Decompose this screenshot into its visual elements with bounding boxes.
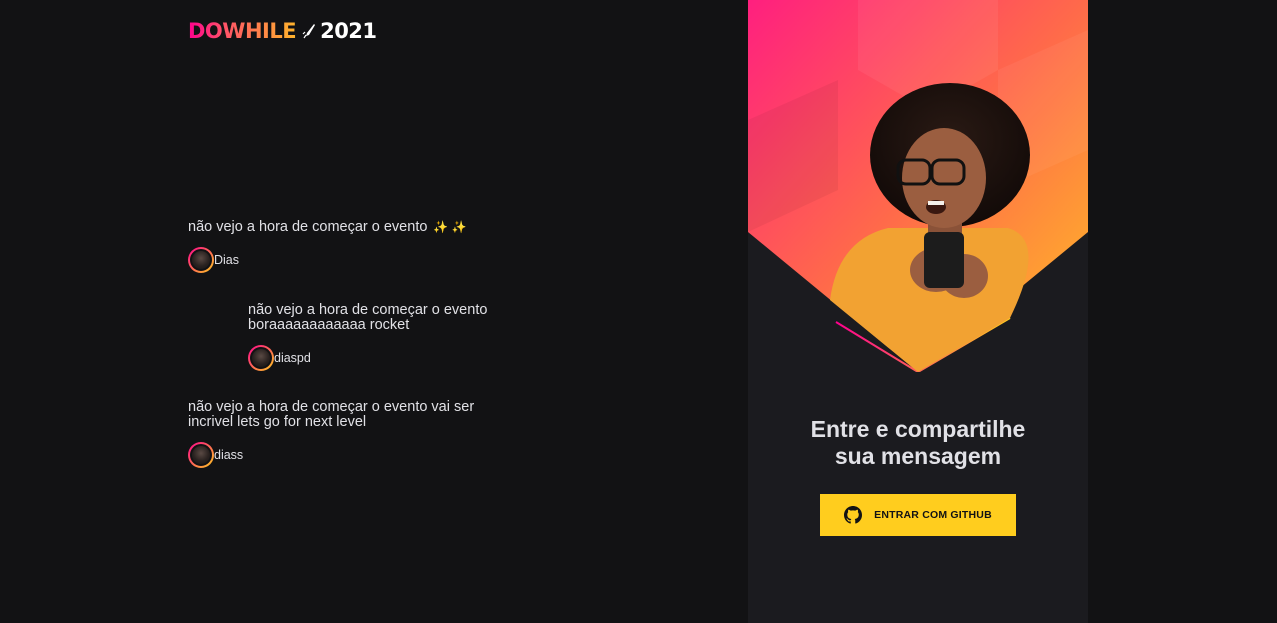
login-panel: Entre e compartilhe sua mensagem ENTRAR … [748, 0, 1088, 623]
page: DO WHILE 2021 não vejo a hora de começar… [0, 0, 1277, 623]
github-login-button[interactable]: ENTRAR COM GITHUB [820, 494, 1016, 536]
user-name: diaspd [274, 351, 311, 365]
message-item: não vejo a hora de começar o evento vai … [188, 400, 498, 468]
dowhile-logo: DO WHILE 2021 [188, 18, 377, 44]
message-item: não vejo a hora de começar o evento ✨ ✨ D… [188, 220, 498, 273]
message-text: não vejo a hora de começar o evento bora… [248, 302, 488, 333]
avatar [188, 442, 214, 468]
message-text: não vejo a hora de começar o evento vai … [188, 399, 475, 430]
github-icon [844, 506, 863, 524]
user-name: diass [214, 448, 244, 462]
rocket-icon [302, 24, 316, 39]
avatar-image [190, 249, 212, 271]
sparkles-emoji: ✨ ✨ [433, 220, 467, 234]
github-button-label: ENTRAR COM GITHUB [874, 509, 992, 521]
avatar-image [250, 347, 272, 369]
logo-year-text: 2021 [320, 19, 377, 43]
avatar-image [190, 444, 212, 466]
login-heading: Entre e compartilhe sua mensagem [748, 416, 1088, 470]
user-name: Dias [214, 253, 240, 267]
message-user: Dias [188, 247, 498, 273]
login-heading-line2: sua mensagem [834, 443, 1002, 469]
avatar [188, 247, 214, 273]
logo-while-text: WHILE [222, 19, 297, 43]
message-user: diaspd [248, 345, 503, 371]
logo-do-text: DO [188, 19, 223, 43]
login-heading-line1: Entre e compartilhe [810, 416, 1026, 442]
banner-illustration [748, 0, 1088, 372]
message-user: diass [188, 442, 498, 468]
message-item: não vejo a hora de começar o evento bora… [248, 303, 503, 371]
message-text: não vejo a hora de começar o evento ✨ ✨ [188, 219, 467, 235]
avatar [248, 345, 274, 371]
